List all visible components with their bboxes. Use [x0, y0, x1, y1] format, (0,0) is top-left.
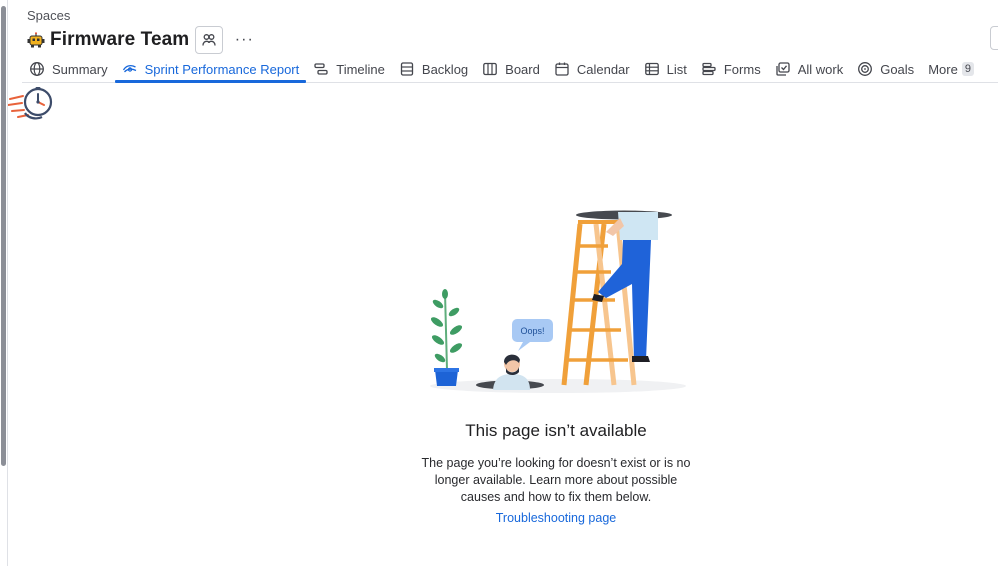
tab-forms[interactable]: Forms	[694, 56, 768, 82]
tab-label: List	[666, 61, 687, 77]
robot-icon	[27, 31, 45, 49]
scrollbar-thumb[interactable]	[1, 6, 6, 466]
board-icon	[482, 61, 498, 77]
tab-label: More	[928, 61, 958, 77]
calendar-icon	[554, 61, 570, 77]
space-header: Spaces Firmware Team ···	[27, 8, 998, 54]
tab-calendar[interactable]: Calendar	[547, 56, 637, 82]
timeline-icon	[313, 61, 329, 77]
backlog-icon	[399, 61, 415, 77]
title-row: Firmware Team ···	[27, 26, 998, 54]
people-icon	[202, 34, 216, 46]
tab-list[interactable]: List	[637, 56, 694, 82]
all-work-icon	[775, 61, 791, 77]
tab-label: Sprint Performance Report	[144, 61, 300, 77]
space-tabs: Summary Sprint Performance Report Timeli…	[22, 56, 998, 83]
tab-label: Forms	[723, 61, 761, 77]
plant-icon	[430, 289, 463, 386]
tab-label: Summary	[52, 61, 108, 77]
page-not-found-illustration: Oops!	[418, 204, 690, 398]
person-in-hole-icon	[493, 354, 530, 390]
tab-goals[interactable]: Goals	[850, 56, 921, 82]
tab-label: Backlog	[421, 61, 469, 77]
tab-summary[interactable]: Summary	[22, 56, 115, 82]
tab-board[interactable]: Board	[475, 56, 547, 82]
edge-button[interactable]	[990, 26, 998, 50]
tab-label: Calendar	[576, 61, 630, 77]
tab-sprint-performance-report[interactable]: Sprint Performance Report	[114, 56, 307, 83]
forms-icon	[701, 61, 717, 77]
tab-label: Timeline	[336, 61, 385, 77]
tab-more[interactable]: More 9	[921, 56, 981, 82]
tab-all-work[interactable]: All work	[768, 56, 851, 82]
tab-backlog[interactable]: Backlog	[392, 56, 475, 82]
breadcrumb[interactable]: Spaces	[27, 8, 998, 24]
error-description: The page you’re looking for doesn’t exis…	[421, 456, 691, 504]
list-icon	[644, 61, 660, 77]
tab-timeline[interactable]: Timeline	[306, 56, 392, 82]
goals-icon	[857, 61, 873, 77]
more-count-badge: 9	[961, 62, 974, 76]
page-title: Firmware Team	[50, 29, 190, 50]
speech-bubble: Oops!	[512, 319, 553, 351]
tab-label: All work	[797, 61, 844, 77]
troubleshooting-link[interactable]: Troubleshooting page	[0, 511, 998, 525]
speech-bubble-text: Oops!	[520, 326, 544, 336]
error-title: This page isn’t available	[465, 421, 647, 440]
tab-label: Board	[505, 61, 540, 77]
eye-icon	[122, 61, 138, 77]
tab-label: Goals	[880, 61, 915, 77]
people-button[interactable]	[195, 26, 224, 54]
sprint-performance-logo	[7, 86, 54, 124]
more-actions-button[interactable]: ···	[233, 29, 255, 51]
left-rail	[0, 0, 8, 566]
globe-icon	[29, 61, 45, 77]
